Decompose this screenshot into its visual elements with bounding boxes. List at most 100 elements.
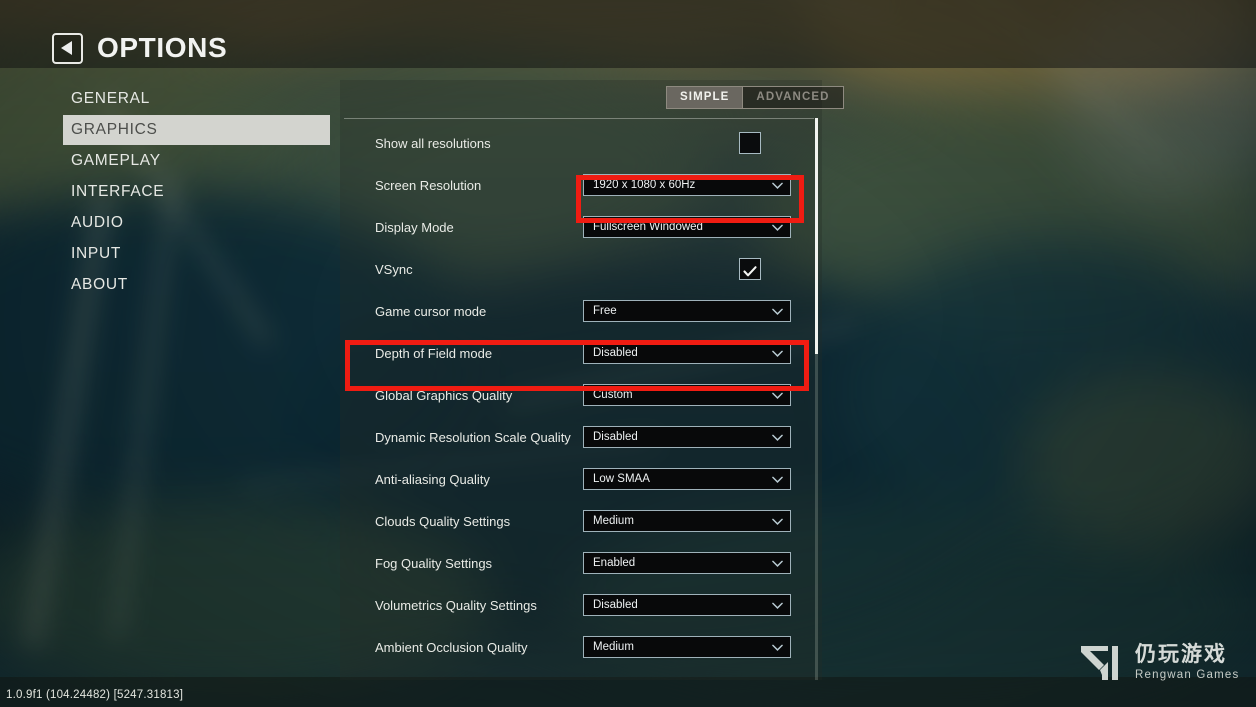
dropdown-value-depth-of-field-mode: Disabled xyxy=(593,347,638,359)
dropdown-depth-of-field-mode[interactable]: Disabled xyxy=(583,342,791,364)
setting-label-clouds-quality-settings: Clouds Quality Settings xyxy=(375,513,511,529)
setting-row-dynamic-resolution-scale-quality: Dynamic Resolution Scale Quality Disabled xyxy=(340,416,822,458)
setting-row-anti-aliasing-quality: Anti-aliasing Quality Low SMAA xyxy=(340,458,822,500)
sidebar-item-label: INTERFACE xyxy=(71,183,165,200)
check-icon xyxy=(743,264,757,276)
dropdown-game-cursor-mode[interactable]: Free xyxy=(583,300,791,322)
bottom-scrim xyxy=(0,677,1256,707)
watermark: 仍玩游戏 Rengwan Games xyxy=(1078,642,1239,684)
page-title: OPTIONS xyxy=(97,32,228,63)
setting-row-global-graphics-quality: Global Graphics Quality Custom xyxy=(340,374,822,416)
sidebar-item-label: GENERAL xyxy=(71,90,150,107)
setting-control-wrap-show-all-resolutions xyxy=(583,132,761,154)
settings-scroll-area: Show all resolutions Screen Resolution 192… xyxy=(340,122,822,680)
chevron-down-icon xyxy=(772,350,783,357)
setting-row-game-cursor-mode: Game cursor mode Free xyxy=(340,290,822,332)
tab-advanced[interactable]: ADVANCED xyxy=(742,87,842,108)
setting-control-wrap-vsync xyxy=(583,258,761,280)
setting-control-wrap-dynamic-resolution-scale-quality: Disabled xyxy=(583,426,791,448)
dropdown-dynamic-resolution-scale-quality[interactable]: Disabled xyxy=(583,426,791,448)
setting-control-wrap-fog-quality-settings: Enabled xyxy=(583,552,791,574)
tab-simple[interactable]: SIMPLE xyxy=(667,87,743,108)
chevron-down-icon xyxy=(772,224,783,231)
setting-row-show-all-resolutions: Show all resolutions xyxy=(340,122,822,164)
setting-row-screen-resolution: Screen Resolution 1920 x 1080 x 60Hz xyxy=(340,164,822,206)
dropdown-global-graphics-quality[interactable]: Custom xyxy=(583,384,791,406)
setting-control-wrap-clouds-quality-settings: Medium xyxy=(583,510,791,532)
view-mode-tabs: SIMPLE ADVANCED xyxy=(666,86,844,109)
chevron-down-icon xyxy=(772,476,783,483)
page-header: OPTIONS xyxy=(52,32,227,64)
chevron-down-icon xyxy=(772,182,783,189)
sidebar-nav: GENERAL GRAPHICS GAMEPLAY INTERFACE AUDIO INP… xyxy=(63,84,330,301)
setting-label-ambient-occlusion-quality: Ambient Occlusion Quality xyxy=(375,639,528,655)
chevron-down-icon xyxy=(772,560,783,567)
sidebar-item-graphics[interactable]: GRAPHICS xyxy=(63,115,330,145)
dropdown-clouds-quality-settings[interactable]: Medium xyxy=(583,510,791,532)
dropdown-fog-quality-settings[interactable]: Enabled xyxy=(583,552,791,574)
dropdown-ambient-occlusion-quality[interactable]: Medium xyxy=(583,636,791,658)
sidebar-item-gameplay[interactable]: GAMEPLAY xyxy=(63,146,330,176)
dropdown-value-clouds-quality-settings: Medium xyxy=(593,515,634,527)
setting-control-wrap-volumetrics-quality-settings: Disabled xyxy=(583,594,791,616)
sidebar-item-about[interactable]: ABOUT xyxy=(63,270,330,300)
setting-row-volumetrics-quality-settings: Volumetrics Quality Settings Disabled xyxy=(340,584,822,626)
setting-control-wrap-ambient-occlusion-quality: Medium xyxy=(583,636,791,658)
sidebar-item-label: ABOUT xyxy=(71,276,128,293)
back-button[interactable] xyxy=(52,32,83,64)
dropdown-screen-resolution[interactable]: 1920 x 1080 x 60Hz xyxy=(583,174,791,196)
sidebar-item-label: INPUT xyxy=(71,245,121,262)
sidebar-item-interface[interactable]: INTERFACE xyxy=(63,177,330,207)
rengwan-logo-icon xyxy=(1081,646,1118,680)
dropdown-value-global-graphics-quality: Custom xyxy=(593,389,633,401)
checkbox-show-all-resolutions[interactable] xyxy=(739,132,761,154)
chevron-down-icon xyxy=(772,434,783,441)
settings-list: Show all resolutions Screen Resolution 192… xyxy=(340,122,822,668)
sidebar-item-audio[interactable]: AUDIO xyxy=(63,208,330,238)
options-screen: OPTIONS GENERAL GRAPHICS GAMEPLAY INTERFACE… xyxy=(0,0,1256,707)
setting-control-wrap-anti-aliasing-quality: Low SMAA xyxy=(583,468,791,490)
chevron-down-icon xyxy=(772,602,783,609)
setting-label-display-mode: Display Mode xyxy=(375,219,454,235)
sidebar-item-label: GRAPHICS xyxy=(71,121,158,138)
dropdown-value-ambient-occlusion-quality: Medium xyxy=(593,641,634,653)
sidebar-item-label: GAMEPLAY xyxy=(71,152,161,169)
setting-row-display-mode: Display Mode Fullscreen Windowed xyxy=(340,206,822,248)
setting-label-dynamic-resolution-scale-quality: Dynamic Resolution Scale Quality xyxy=(375,429,571,445)
setting-label-screen-resolution: Screen Resolution xyxy=(375,177,482,193)
setting-row-vsync: VSync xyxy=(340,248,822,290)
dropdown-value-anti-aliasing-quality: Low SMAA xyxy=(593,473,650,485)
watermark-name-cn: 仍玩游戏 xyxy=(1135,643,1227,667)
watermark-name-en: Rengwan Games xyxy=(1135,669,1240,682)
dropdown-value-dynamic-resolution-scale-quality: Disabled xyxy=(593,431,638,443)
dropdown-anti-aliasing-quality[interactable]: Low SMAA xyxy=(583,468,791,490)
checkbox-vsync[interactable] xyxy=(739,258,761,280)
dropdown-display-mode[interactable]: Fullscreen Windowed xyxy=(583,216,791,238)
dropdown-value-volumetrics-quality-settings: Disabled xyxy=(593,599,638,611)
setting-label-fog-quality-settings: Fog Quality Settings xyxy=(375,555,493,571)
setting-row-fog-quality-settings: Fog Quality Settings Enabled xyxy=(340,542,822,584)
setting-control-wrap-game-cursor-mode: Free xyxy=(583,300,791,322)
setting-label-vsync: VSync xyxy=(375,261,413,277)
setting-row-depth-of-field-mode: Depth of Field mode Disabled xyxy=(340,332,822,374)
sidebar-item-input[interactable]: INPUT xyxy=(63,239,330,269)
dropdown-volumetrics-quality-settings[interactable]: Disabled xyxy=(583,594,791,616)
sidebar-item-label: AUDIO xyxy=(71,214,124,231)
setting-label-show-all-resolutions: Show all resolutions xyxy=(375,135,491,151)
setting-label-depth-of-field-mode: Depth of Field mode xyxy=(375,345,493,361)
panel-divider xyxy=(344,118,814,119)
setting-control-wrap-screen-resolution: 1920 x 1080 x 60Hz xyxy=(583,174,791,196)
dropdown-value-game-cursor-mode: Free xyxy=(593,305,617,317)
setting-control-wrap-depth-of-field-mode: Disabled xyxy=(583,342,791,364)
scrollbar-thumb[interactable] xyxy=(815,118,818,355)
dropdown-value-display-mode: Fullscreen Windowed xyxy=(593,221,703,233)
chevron-down-icon xyxy=(772,518,783,525)
setting-control-wrap-display-mode: Fullscreen Windowed xyxy=(583,216,791,238)
chevron-down-icon xyxy=(772,308,783,315)
dropdown-value-screen-resolution: 1920 x 1080 x 60Hz xyxy=(593,179,696,191)
setting-label-global-graphics-quality: Global Graphics Quality xyxy=(375,387,513,403)
sidebar-item-general[interactable]: GENERAL xyxy=(63,84,330,114)
chevron-down-icon xyxy=(772,392,783,399)
setting-label-anti-aliasing-quality: Anti-aliasing Quality xyxy=(375,471,490,487)
settings-scrollbar[interactable] xyxy=(815,118,818,680)
